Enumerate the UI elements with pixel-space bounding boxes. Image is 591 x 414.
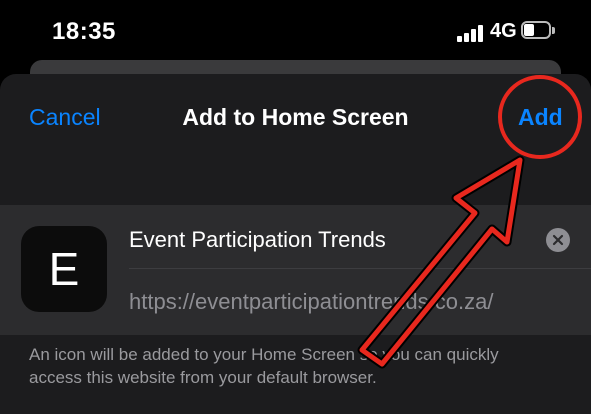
app-icon-letter: E	[48, 243, 80, 295]
signal-icon	[457, 24, 485, 42]
shortcut-name-field[interactable]: Event Participation Trends	[129, 227, 386, 253]
clear-icon[interactable]	[546, 228, 570, 252]
website-url: https://eventparticipationtrends.co.za/	[129, 289, 494, 314]
add-button[interactable]: Add	[518, 104, 563, 131]
battery-icon	[521, 21, 557, 41]
status-bar: 18:35 4G	[0, 0, 591, 66]
info-text: An icon will be added to your Home Scree…	[29, 345, 499, 387]
sheet-title: Add to Home Screen	[182, 104, 409, 130]
network-type: 4G	[490, 20, 517, 42]
status-time: 18:35	[52, 18, 116, 45]
field-divider	[129, 268, 591, 269]
battery-level	[524, 24, 534, 36]
app-icon: E	[21, 226, 107, 312]
